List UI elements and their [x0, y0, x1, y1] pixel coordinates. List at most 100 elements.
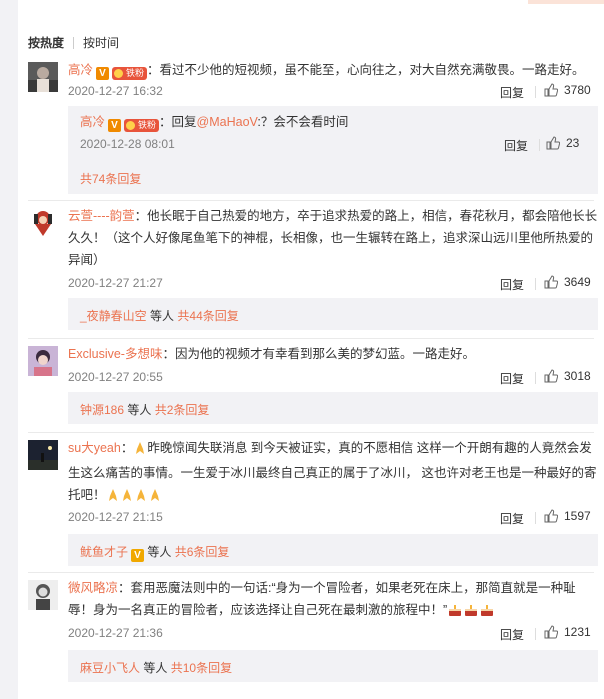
colon: ：	[120, 441, 134, 455]
mention-link[interactable]: @MaHaoV	[197, 115, 258, 129]
divider	[28, 572, 594, 573]
reply-button[interactable]: 回复	[500, 510, 524, 527]
comments-panel: 按热度 按时间 高冷 V 铁粉 ：看过不少他的短视频，虽不能至，心向往之，对大自然充满敬…	[18, 0, 604, 699]
comment-meta: 2020-12-27 20:55 回复 3018	[68, 369, 598, 387]
comment-time: 2020-12-27 21:36	[68, 626, 163, 640]
username-link[interactable]: 微风略凉	[68, 581, 118, 595]
like-button[interactable]: 1597	[544, 509, 598, 523]
username-link[interactable]: 高冷	[68, 63, 93, 77]
thumbs-up-icon	[544, 275, 559, 289]
sub-reply-box: 钟源186 等人 共2条回复	[68, 392, 598, 424]
sub-reply-box: 鱿鱼才子 V 等人 共6条回复	[68, 534, 598, 566]
thumbs-up-icon	[544, 369, 559, 383]
cake-emoji-icon	[463, 602, 479, 624]
comment-body: 因为他的视频才有幸看到那么美的梦幻蓝。一路走好。	[174, 347, 475, 361]
thumbs-up-icon	[546, 136, 561, 150]
more-replies: 钟源186 等人 共2条回复	[80, 401, 209, 418]
sort-separator	[73, 36, 75, 49]
username-link[interactable]: 云萱----韵萱	[68, 209, 135, 223]
comment-text: Exclusive-多想味：因为他的视频才有幸看到那么美的梦幻蓝。一路走好。	[68, 343, 598, 365]
comment-body: 套用恶魔法则中的一句话:“身为一个冒险者，如果老死在床上，那简直就是一种耻辱！身…	[68, 581, 576, 617]
like-count: 1231	[564, 625, 591, 639]
reply-button[interactable]: 回复	[500, 84, 524, 101]
comment-body: 他长眠于自己热爱的地方，卒于追求热爱的路上，相信，春花秋月，都会陪他长长久久！（…	[68, 209, 598, 267]
avatar[interactable]	[28, 580, 58, 610]
pray-emoji-icon	[120, 487, 134, 509]
like-button[interactable]: 3649	[544, 275, 598, 289]
sub-reply-box: 麻豆小飞人 等人 共10条回复	[68, 650, 598, 682]
comment-meta: 2020-12-27 16:32 回复 3780	[68, 83, 598, 101]
like-button[interactable]: 3780	[544, 83, 598, 97]
reply-prefix: ：回复	[159, 115, 197, 129]
sort-by-time-tab[interactable]: 按时间	[83, 34, 119, 51]
colon: ：	[162, 347, 175, 361]
pray-emoji-icon	[106, 487, 120, 509]
pray-emoji-icon	[134, 487, 148, 509]
like-count: 23	[566, 136, 580, 150]
username-link[interactable]: 高冷	[80, 115, 105, 129]
reply-button[interactable]: 回复	[500, 370, 524, 387]
cake-emoji-icon	[479, 602, 495, 624]
fan-badge-icon: 铁粉	[112, 67, 148, 80]
top-action-button[interactable]	[528, 0, 604, 4]
sub-reply-body: :？会不会看时间	[257, 115, 349, 129]
thumbs-up-icon	[544, 625, 559, 639]
reply-user-link[interactable]: 麻豆小飞人	[80, 661, 140, 675]
comment-time: 2020-12-27 20:55	[68, 370, 163, 384]
like-button[interactable]: 23	[546, 136, 590, 150]
etc-text: 等人	[150, 309, 175, 323]
reply-user-link[interactable]: _夜静春山空	[80, 309, 147, 323]
divider	[28, 432, 594, 433]
fan-badge-icon: 铁粉	[124, 119, 160, 132]
thumbs-up-icon	[544, 83, 559, 97]
verified-badge-icon: V	[96, 67, 110, 80]
meta-separator	[539, 139, 540, 151]
etc-text: 等人	[147, 545, 172, 559]
cake-emoji-icon	[447, 602, 463, 624]
username-link[interactable]: Exclusive-多想味	[68, 347, 162, 361]
verified-badge-icon: V	[131, 549, 145, 562]
meta-separator	[535, 628, 536, 640]
like-button[interactable]: 1231	[544, 625, 598, 639]
like-count: 3018	[564, 369, 591, 383]
thumbs-up-icon	[544, 509, 559, 523]
avatar[interactable]	[28, 208, 58, 238]
more-replies-link[interactable]: 共74条回复	[80, 172, 141, 186]
etc-text: 等人	[127, 403, 152, 417]
avatar[interactable]	[28, 440, 58, 470]
meta-separator	[535, 278, 536, 290]
colon: ：	[147, 63, 160, 77]
reply-button[interactable]: 回复	[504, 137, 528, 154]
etc-text: 等人	[143, 661, 168, 675]
reply-user-link[interactable]: 鱿鱼才子	[80, 545, 128, 559]
reply-button[interactable]: 回复	[500, 626, 524, 643]
colon: ：	[134, 209, 148, 223]
more-replies-link[interactable]: 共10条回复	[171, 661, 232, 675]
more-replies: 麻豆小飞人 等人 共10条回复	[80, 659, 232, 676]
reply-user-link[interactable]: 钟源186	[80, 403, 124, 417]
sub-reply-box: _夜静春山空 等人 共44条回复	[68, 298, 598, 330]
avatar[interactable]	[28, 346, 58, 376]
more-replies-link[interactable]: 共6条回复	[175, 545, 230, 559]
comment-meta: 2020-12-27 21:36 回复 1231	[68, 625, 598, 643]
sort-by-hot-tab[interactable]: 按热度	[28, 34, 64, 51]
meta-separator	[535, 512, 536, 524]
sub-reply-text: 高冷 V 铁粉 ：回复@MaHaoV:？会不会看时间	[80, 111, 590, 133]
avatar[interactable]	[28, 62, 58, 92]
comment-time: 2020-12-27 21:15	[68, 510, 163, 524]
pray-emoji-icon	[133, 440, 147, 462]
more-replies: 鱿鱼才子 V 等人 共6条回复	[80, 543, 229, 562]
meta-separator	[535, 372, 536, 384]
reply-button[interactable]: 回复	[500, 276, 524, 293]
comment-meta: 2020-12-27 21:27 回复 3649	[68, 275, 598, 293]
comment-meta: 2020-12-27 21:15 回复 1597	[68, 509, 598, 527]
comment-time: 2020-12-27 21:27	[68, 276, 163, 290]
sub-reply-meta: 2020-12-28 08:01 回复 23	[80, 136, 590, 154]
username-link[interactable]: su大yeah	[68, 441, 121, 455]
divider	[28, 200, 594, 201]
colon: ：	[118, 581, 131, 595]
more-replies-link[interactable]: 共2条回复	[155, 403, 210, 417]
more-replies-link[interactable]: 共44条回复	[177, 309, 238, 323]
like-button[interactable]: 3018	[544, 369, 598, 383]
sort-bar: 按热度 按时间	[28, 34, 119, 52]
